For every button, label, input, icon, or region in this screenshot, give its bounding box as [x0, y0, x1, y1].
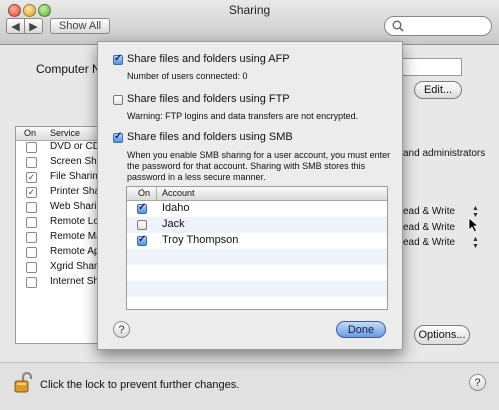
column-header-account: Account [162, 188, 195, 198]
service-checkbox[interactable]: ✓ [26, 172, 37, 183]
empty-row [127, 249, 387, 265]
service-checkbox[interactable]: ✓ [26, 187, 37, 198]
stepper-icon[interactable]: ▲ ▼ [472, 236, 479, 250]
service-checkbox[interactable] [26, 217, 37, 228]
afp-option-label[interactable]: Share files and folders using AFP [127, 53, 290, 65]
mouse-cursor-icon [468, 217, 480, 233]
service-checkbox[interactable] [26, 277, 37, 288]
account-row[interactable]: Troy Thompson [127, 233, 387, 249]
service-label: Printer Sha [50, 186, 101, 197]
account-checkbox[interactable] [137, 220, 147, 230]
smb-checkbox[interactable] [113, 131, 123, 143]
account-checkbox[interactable] [137, 202, 147, 214]
ftp-checkbox[interactable] [113, 95, 123, 105]
ftp-option-label[interactable]: Share files and folders using FTP [127, 93, 290, 105]
afp-checkbox[interactable] [113, 53, 123, 65]
service-label: Remote Ma [50, 231, 102, 242]
service-checkbox[interactable] [26, 142, 37, 153]
forward-button[interactable]: ▶ [24, 18, 43, 34]
permission-value[interactable]: ead & Write [403, 222, 455, 233]
service-label: Remote Ap [50, 246, 100, 257]
search-icon [392, 20, 404, 32]
column-header-on: On [24, 128, 37, 138]
ftp-warning-text: Warning: FTP logins and data transfers a… [127, 111, 359, 121]
show-all-button[interactable]: Show All [50, 18, 110, 34]
afp-connected-users-text: Number of users connected: 0 [127, 71, 248, 81]
account-row[interactable]: Jack [127, 217, 387, 233]
empty-row [127, 265, 387, 281]
service-label: Internet Sh [50, 276, 99, 287]
column-divider [156, 187, 157, 200]
service-checkbox[interactable] [26, 157, 37, 168]
permission-value[interactable]: ead & Write [403, 206, 455, 217]
lock-icon[interactable] [14, 372, 34, 394]
help-button[interactable]: ? [469, 374, 486, 391]
service-label: Screen Sha [50, 156, 103, 167]
service-label: DVD or CD [50, 141, 101, 152]
smb-option-label[interactable]: Share files and folders using SMB [127, 131, 293, 143]
service-checkbox[interactable] [26, 247, 37, 258]
smb-info-line: the password for that account. Sharing w… [127, 161, 366, 171]
account-name: Troy Thompson [162, 234, 239, 246]
account-name: Idaho [162, 202, 190, 214]
options-button[interactable]: Options... [414, 325, 470, 345]
window-title: Sharing [228, 3, 271, 17]
edit-button[interactable]: Edit... [414, 81, 462, 99]
service-label: File Sharing [50, 171, 104, 182]
back-button[interactable]: ◀ [6, 18, 25, 34]
column-header-service: Service [50, 128, 81, 138]
service-checkbox[interactable] [26, 232, 37, 243]
done-button[interactable]: Done [336, 321, 386, 338]
account-checkbox[interactable] [137, 234, 147, 246]
service-label: Xgrid Shari [50, 261, 100, 272]
computer-name-field[interactable] [400, 58, 462, 76]
service-label: Remote Lo [50, 216, 99, 227]
empty-row [127, 281, 387, 297]
service-checkbox[interactable] [26, 262, 37, 273]
account-name: Jack [162, 218, 185, 230]
permission-users-text: and administrators [403, 148, 486, 159]
lock-message: Click the lock to prevent further change… [40, 379, 240, 391]
smb-info-line: When you enable SMB sharing for a user a… [127, 150, 391, 160]
permission-value[interactable]: ead & Write [403, 237, 455, 248]
account-row[interactable]: Idaho [127, 201, 387, 217]
smb-info-line: password in a less secure manner. [127, 172, 266, 182]
service-checkbox[interactable] [26, 202, 37, 213]
sheet-help-button[interactable]: ? [113, 321, 130, 338]
column-header-on: On [138, 188, 151, 198]
